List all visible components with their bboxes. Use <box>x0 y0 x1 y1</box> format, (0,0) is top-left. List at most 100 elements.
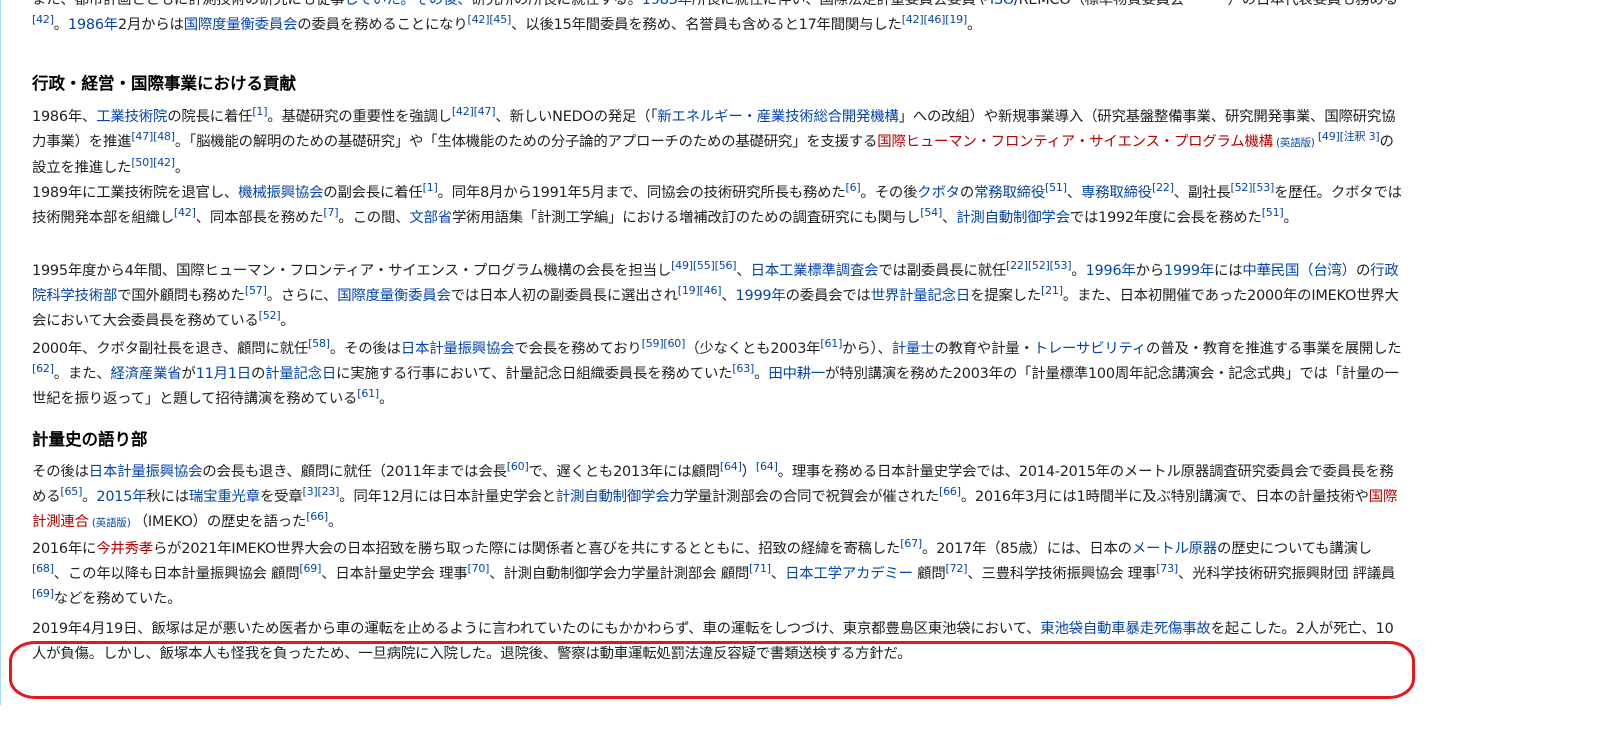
text-run: 2月からは <box>118 17 184 33</box>
wiki-link[interactable]: していた。その後、 <box>344 0 471 8</box>
citation-link[interactable]: [69] <box>32 587 54 600</box>
citation-link[interactable]: [52][53] <box>1231 181 1275 194</box>
citation-link[interactable]: [50][42] <box>131 156 175 169</box>
citation-link[interactable]: [69] <box>299 562 321 575</box>
citation-link[interactable]: [66] <box>306 510 328 523</box>
wiki-link[interactable]: 工業技術院 <box>96 109 167 125</box>
wiki-link[interactable]: 経済産業省 <box>111 366 182 382</box>
red-link[interactable]: 国際ヒューマン・フロンティア・サイエンス・プログラム機構 <box>877 134 1273 150</box>
citation-link[interactable]: [73] <box>1156 562 1178 575</box>
text-run: 。同年12月には日本計量史学会と <box>339 489 556 505</box>
language-link[interactable]: (英語版) <box>1273 137 1318 149</box>
wiki-link[interactable]: 新エネルギー・産業技術総合開発機構 <box>657 109 898 125</box>
wiki-link[interactable]: 日本計量振興協会 <box>89 464 203 480</box>
citation-link[interactable]: [67] <box>900 537 922 550</box>
citation-link[interactable]: [3][23] <box>303 485 340 498</box>
wiki-link[interactable]: 計測自動制御学会 <box>956 210 1070 226</box>
red-link[interactable]: 今井秀孝 <box>96 541 153 557</box>
citation-link[interactable]: [42] <box>174 206 196 219</box>
citation-link[interactable]: [59][60] <box>642 337 686 350</box>
citation-link[interactable]: [51] <box>1262 206 1284 219</box>
text-run: 力学量計測部会の合同で祝賀会が催された <box>669 489 940 505</box>
wiki-link[interactable]: 瑞宝重光章 <box>189 489 260 505</box>
citation-link[interactable]: [7] <box>323 206 338 219</box>
citation-link[interactable]: [6] <box>846 181 861 194</box>
wiki-link[interactable]: メートル原器 <box>1132 541 1217 557</box>
citation-link[interactable]: [71] <box>749 562 771 575</box>
wiki-link[interactable]: 2015年 <box>96 489 146 505</box>
citation-link[interactable]: [52] <box>259 309 281 322</box>
wiki-link[interactable]: 世界計量記念日 <box>871 288 971 304</box>
wiki-link[interactable]: 田中耕一 <box>768 366 825 382</box>
citation-link[interactable]: [65] <box>60 485 82 498</box>
section-heading: 計量史の語り部 <box>32 428 1402 452</box>
text-run: 。 <box>327 514 343 530</box>
text-run: 1995年度から4年間、国際ヒューマン・フロンティア・サイエンス・プログラム機構… <box>32 263 672 279</box>
citation-link[interactable]: [43][44] <box>1184 0 1228 1</box>
wiki-link[interactable]: 1999年 <box>1164 263 1214 279</box>
wiki-link[interactable]: 1996年 <box>1086 263 1136 279</box>
wiki-link[interactable]: 国際度量衡委員会 <box>184 17 298 33</box>
wiki-link[interactable]: クボタ <box>917 185 960 201</box>
text-run: 。 <box>82 489 97 505</box>
citation-link[interactable]: [54] <box>920 206 942 219</box>
citation-link[interactable]: [22] <box>1152 181 1174 194</box>
citation-link[interactable]: [1] <box>423 181 438 194</box>
wiki-link[interactable]: 計測自動制御学会 <box>556 489 670 505</box>
text-run: では日本人初の副委員長に選出され <box>450 288 678 304</box>
text-run: の教育や計量・ <box>934 341 1034 357</box>
text-run: 、日本計量史学会 理事 <box>321 566 468 582</box>
wiki-link[interactable]: 専務取締役 <box>1081 185 1152 201</box>
text-run: 。基礎研究の重要性を強調し <box>267 109 452 125</box>
citation-link[interactable]: [1] <box>252 105 267 118</box>
citation-link[interactable]: [47][48] <box>131 130 175 143</box>
wiki-link[interactable]: 1999年 <box>736 288 786 304</box>
citation-link[interactable]: [51] <box>1045 181 1067 194</box>
citation-link[interactable]: [66] <box>939 485 961 498</box>
wiki-link[interactable]: 機械振興協会 <box>238 185 323 201</box>
citation-link[interactable]: [68] <box>32 562 54 575</box>
citation-link[interactable]: [63] <box>732 362 754 375</box>
wiki-link[interactable]: 日本工業標準調査会 <box>751 263 879 279</box>
language-link[interactable]: (英語版) <box>89 517 134 529</box>
citation-link[interactable]: [49][55][56] <box>671 259 737 272</box>
wiki-link[interactable]: トレーサビリティ <box>1034 341 1147 357</box>
text-run: などを務めていた。 <box>53 591 182 607</box>
wiki-link[interactable]: 国際度量衡委員会 <box>337 288 451 304</box>
wiki-link[interactable]: 中華民国（台湾） <box>1242 263 1356 279</box>
citation-link[interactable]: [72] <box>946 562 968 575</box>
wiki-link[interactable]: 文部省 <box>409 210 452 226</box>
citation-link[interactable]: [61] <box>357 387 379 400</box>
wiki-link[interactable]: 計量士 <box>892 341 935 357</box>
wiki-link[interactable]: 常務取締役 <box>974 185 1045 201</box>
citation-link[interactable]: [42][45] <box>468 13 512 26</box>
text-run: 、副社長 <box>1173 185 1231 201</box>
citation-link[interactable]: [58] <box>308 337 330 350</box>
citation-link[interactable]: [60] <box>507 460 529 473</box>
citation-link[interactable]: [42][46][19] <box>902 13 968 26</box>
wiki-link[interactable]: 東池袋自動車暴走死傷事故 <box>1040 621 1210 637</box>
wiki-link[interactable]: 日本計量振興協会 <box>401 341 515 357</box>
citation-link[interactable]: [42][47] <box>452 105 496 118</box>
citation-link[interactable]: [70] <box>467 562 489 575</box>
wiki-link[interactable]: 11月1日 <box>196 366 251 382</box>
citation-link[interactable]: [22][52][53] <box>1006 259 1072 272</box>
citation-link[interactable]: [49][注釈 3] <box>1318 130 1380 143</box>
wiki-link[interactable]: 日本工学アカデミー <box>785 566 913 582</box>
citation-link[interactable]: [21] <box>1041 284 1063 297</box>
citation-link[interactable]: [61] <box>820 337 842 350</box>
citation-link[interactable]: [57] <box>245 284 267 297</box>
text-run: らが2021年IMEKO世界大会の日本招致を勝ち取った際には関係者と喜びを共にす… <box>152 541 901 557</box>
wiki-link[interactable]: 1983年 <box>642 0 692 8</box>
citation-link[interactable]: [42] <box>32 13 54 26</box>
wiki-link[interactable]: ISO <box>990 0 1014 8</box>
text-run: の普及・教育を推進する事業を展開した <box>1146 341 1402 357</box>
wiki-link[interactable]: 1986年 <box>68 17 118 33</box>
wiki-link[interactable]: 計量記念日 <box>265 366 336 382</box>
citation-link[interactable]: [19][46] <box>678 284 722 297</box>
citation-link[interactable]: [64] <box>756 460 778 473</box>
citation-link[interactable]: [64] <box>720 460 742 473</box>
text-run: 所長に就任 <box>691 0 763 8</box>
text-run: ） <box>741 464 756 480</box>
citation-link[interactable]: [62] <box>32 362 54 375</box>
